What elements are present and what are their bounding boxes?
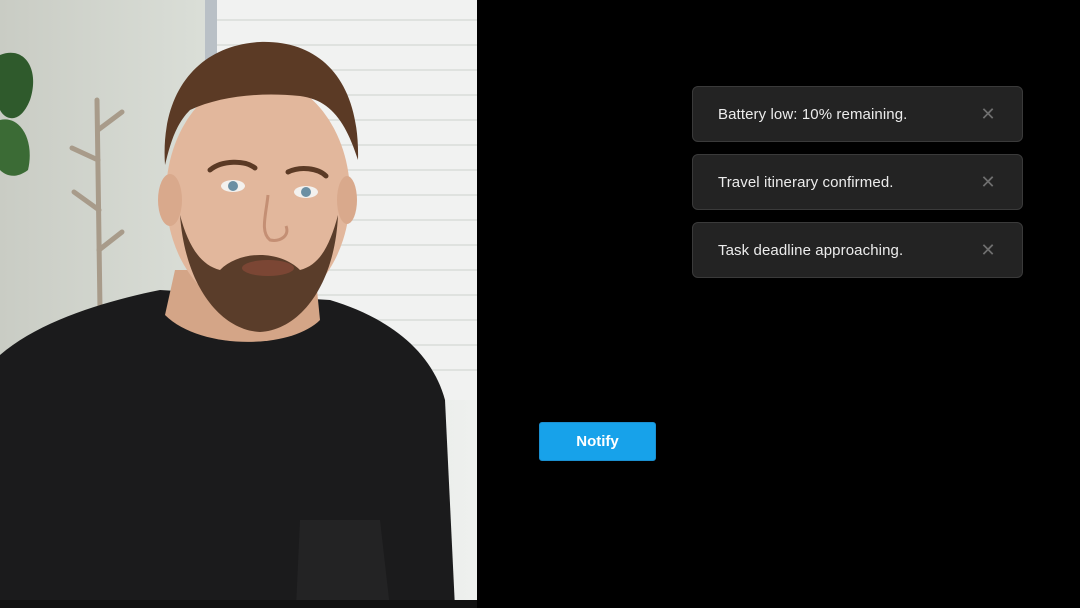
webcam-video: [0, 0, 477, 608]
notification-message: Travel itinerary confirmed.: [718, 173, 894, 191]
notification-message: Battery low: 10% remaining.: [718, 105, 908, 123]
notification-message: Task deadline approaching.: [718, 241, 904, 259]
notification-toast: Task deadline approaching. ✕: [692, 222, 1023, 278]
close-icon[interactable]: ✕: [980, 105, 996, 123]
presenter-illustration: [0, 0, 477, 608]
close-icon[interactable]: ✕: [980, 241, 996, 259]
notify-button[interactable]: Notify: [539, 422, 656, 461]
notification-toast: Travel itinerary confirmed. ✕: [692, 154, 1023, 210]
notification-stack: Battery low: 10% remaining. ✕ Travel iti…: [692, 86, 1023, 290]
close-icon[interactable]: ✕: [980, 173, 996, 191]
screen: Battery low: 10% remaining. ✕ Travel iti…: [0, 0, 1080, 608]
notification-toast: Battery low: 10% remaining. ✕: [692, 86, 1023, 142]
